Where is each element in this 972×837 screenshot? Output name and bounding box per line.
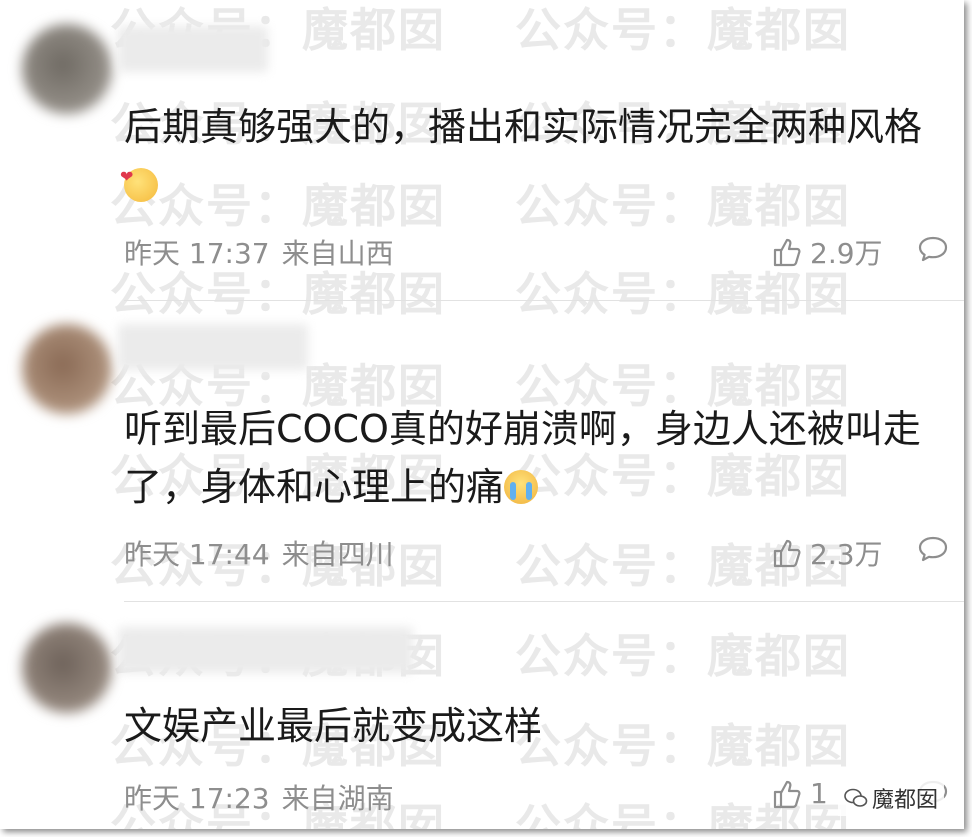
- like-button[interactable]: 2.3万: [772, 533, 883, 573]
- user-avatar[interactable]: [22, 324, 112, 414]
- comment-text: 文娱产业最后就变成这样: [124, 697, 934, 755]
- heart-face-emoji-icon: [120, 148, 158, 206]
- like-count: 1: [810, 777, 828, 810]
- brand-badge: 魔都囡: [838, 780, 945, 816]
- comment-text-content: 文娱产业最后就变成这样: [124, 704, 543, 748]
- comment-time: 昨天 17:44: [124, 538, 270, 571]
- comment-list-screenshot: 公众号：魔都囡 公众号：魔都囡 公众号：魔都囡 公众号：魔都囡 公众号：魔都囡 公众号：魔…: [0, 0, 964, 829]
- comment-text-content: 后期真够强大的，播出和实际情况完全两种风格: [124, 105, 923, 149]
- reply-bubble-icon[interactable]: [918, 236, 948, 262]
- brand-name: 魔都囡: [872, 788, 939, 813]
- comment-location: 来自山西: [281, 237, 394, 270]
- thumbs-up-icon: [773, 780, 801, 808]
- comment-text: 后期真够强大的，播出和实际情况完全两种风格: [120, 98, 934, 214]
- wechat-icon: [844, 788, 868, 807]
- username-blurred[interactable]: [118, 26, 268, 72]
- comment-time: 昨天 17:23: [124, 782, 270, 815]
- comment-item: 听到最后COCO真的好崩溃啊，身边人还被叫走了，身体和心理上的痛 昨天 17:4…: [0, 300, 964, 600]
- comment-item: 后期真够强大的，播出和实际情况完全两种风格 昨天 17:37 来自山西 2.9万: [0, 0, 964, 300]
- username-blurred[interactable]: [118, 627, 413, 673]
- comment-text: 听到最后COCO真的好崩溃啊，身边人还被叫走了，身体和心理上的痛: [124, 400, 934, 516]
- username-blurred[interactable]: [118, 324, 308, 370]
- thumbs-up-icon: [773, 539, 801, 568]
- thumbs-up-icon: [773, 238, 801, 267]
- comment-meta: 昨天 17:37 来自山西: [124, 232, 394, 272]
- reply-bubble-icon[interactable]: [918, 536, 948, 562]
- comment-time: 昨天 17:37: [124, 237, 270, 270]
- like-count: 2.9万: [810, 237, 883, 270]
- comment-item: 文娱产业最后就变成这样 昨天 17:23 来自湖南 1: [0, 601, 964, 829]
- user-avatar[interactable]: [22, 623, 112, 713]
- comment-meta: 昨天 17:23 来自湖南: [124, 777, 394, 817]
- comment-location: 来自湖南: [281, 782, 394, 815]
- crying-face-emoji-icon: [504, 470, 539, 504]
- like-button[interactable]: 1: [772, 777, 828, 810]
- like-button[interactable]: 2.9万: [772, 232, 883, 272]
- comment-location: 来自四川: [281, 538, 394, 571]
- user-avatar[interactable]: [22, 24, 112, 114]
- like-count: 2.3万: [810, 538, 883, 571]
- comment-meta: 昨天 17:44 来自四川: [124, 533, 394, 573]
